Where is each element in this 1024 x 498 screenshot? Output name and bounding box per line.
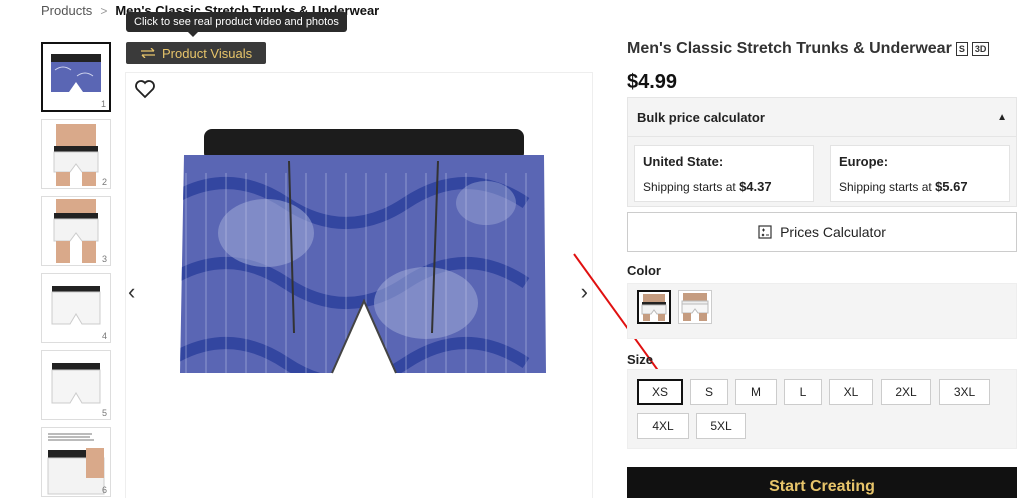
size-3xl-button[interactable]: 3XL: [939, 379, 990, 405]
product-title: Men's Classic Stretch Trunks & Underwear…: [627, 40, 990, 58]
size-options: XS S M L XL 2XL 3XL 4XL 5XL: [627, 369, 1017, 449]
thumbnail-3[interactable]: 3: [41, 196, 111, 266]
thumbnail-6[interactable]: 6: [41, 427, 111, 497]
size-4xl-button[interactable]: 4XL: [637, 413, 689, 439]
breadcrumb-products-link[interactable]: Products: [41, 3, 92, 18]
product-visuals-button[interactable]: Product Visuals: [126, 42, 267, 64]
product-title-text: Men's Classic Stretch Trunks & Underwear: [627, 40, 952, 57]
thumbnail-2[interactable]: 2: [41, 119, 111, 189]
shipping-text: Shipping starts at: [643, 180, 736, 194]
product-visuals-label: Product Visuals: [162, 45, 253, 61]
caret-up-icon: ▲: [997, 111, 1007, 123]
chevron-right-icon: >: [100, 3, 108, 18]
thumbnail-list: 1 2 3 4 5 6: [41, 42, 111, 498]
bulk-price-label: Bulk price calculator: [637, 109, 765, 125]
shipping-us-card: United State: Shipping starts at $4.37: [634, 145, 814, 202]
color-options: [627, 283, 1017, 339]
calculator-icon: [758, 225, 772, 239]
prices-calculator-label: Prices Calculator: [780, 224, 886, 240]
product-price: $4.99: [627, 71, 678, 93]
thumbnail-number: 3: [101, 254, 107, 264]
thumbnail-number: 4: [101, 331, 107, 341]
thumbnail-number: 1: [100, 99, 106, 109]
thumbnail-number: 5: [101, 408, 107, 418]
shipping-region: Europe:: [839, 154, 889, 169]
main-product-image: ‹ ›: [125, 72, 593, 498]
size-label: Size: [627, 352, 654, 367]
thumbnail-number: 2: [101, 177, 107, 187]
shipping-text-row: Shipping starts at $5.67: [839, 179, 1001, 194]
color-swatch-black-waistband[interactable]: [637, 290, 671, 324]
shipping-text-row: Shipping starts at $4.37: [643, 179, 805, 194]
shipping-eu-card: Europe: Shipping starts at $5.67: [830, 145, 1010, 202]
size-xl-button[interactable]: XL: [829, 379, 873, 405]
shipping-region: United State:: [643, 154, 724, 169]
trunks-product-image: [180, 129, 546, 374]
size-m-button[interactable]: M: [735, 379, 777, 405]
shipping-amount: $5.67: [935, 179, 968, 194]
swap-arrows-icon: [141, 48, 155, 58]
thumbnail-4[interactable]: 4: [41, 273, 111, 343]
shipping-text: Shipping starts at: [839, 180, 932, 194]
tag-s-badge: S: [955, 42, 968, 56]
thumbnail-number: 6: [101, 485, 107, 495]
size-l-button[interactable]: L: [784, 379, 822, 405]
bulk-price-calculator-toggle[interactable]: Bulk price calculator ▲: [627, 97, 1017, 137]
product-visuals-tooltip: Click to see real product video and phot…: [126, 12, 347, 37]
shipping-panel: United State: Shipping starts at $4.37 E…: [627, 137, 1017, 207]
tag-3d-badge: 3D: [971, 42, 990, 56]
shipping-amount: $4.37: [739, 179, 772, 194]
start-creating-button[interactable]: Start Creating: [627, 467, 1017, 498]
color-swatch-white-waistband[interactable]: [678, 290, 712, 324]
thumbnail-1[interactable]: 1: [41, 42, 111, 112]
size-s-button[interactable]: S: [690, 379, 728, 405]
color-label: Color: [627, 263, 661, 278]
size-xs-button[interactable]: XS: [637, 379, 683, 405]
size-2xl-button[interactable]: 2XL: [881, 379, 931, 405]
prices-calculator-button[interactable]: Prices Calculator: [627, 212, 1017, 252]
size-5xl-button[interactable]: 5XL: [696, 413, 746, 439]
thumbnail-5[interactable]: 5: [41, 350, 111, 420]
